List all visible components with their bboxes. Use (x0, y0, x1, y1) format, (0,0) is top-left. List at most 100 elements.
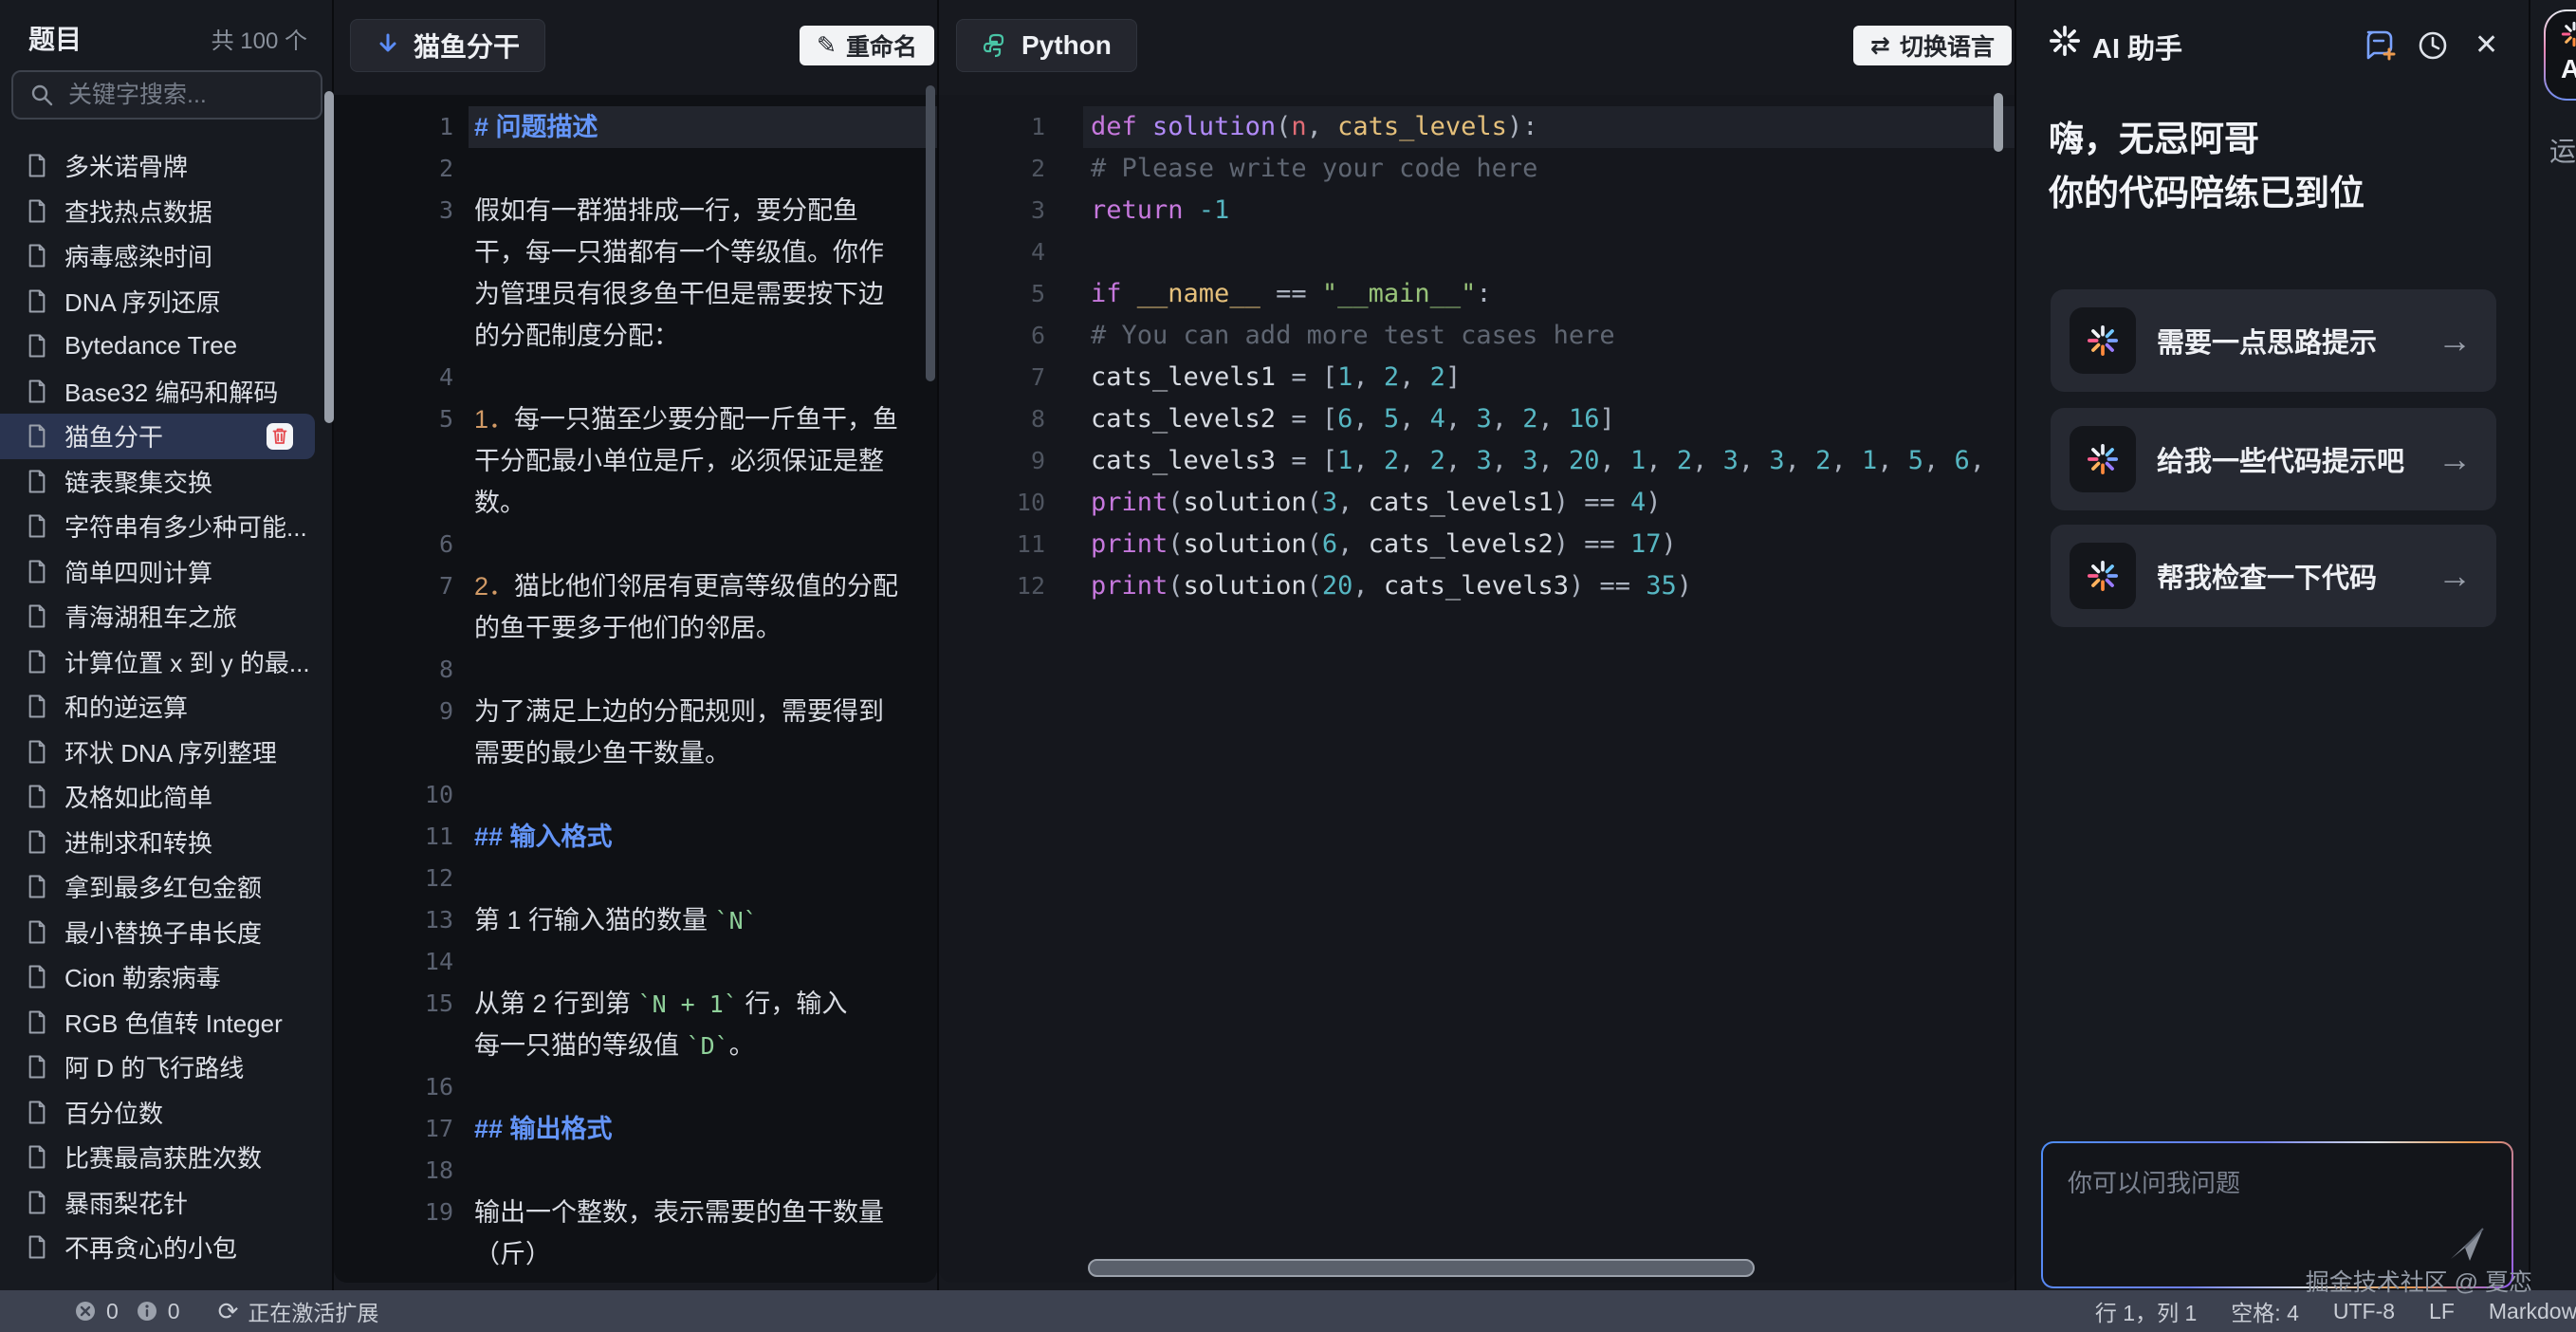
activating-extensions-label: 正在激活扩展 (248, 1295, 378, 1327)
ai-action-label: 给我一些代码提示吧 (2157, 439, 2438, 479)
code-lines: 1def solution(n, cats_levels):2 # Please… (939, 106, 2015, 607)
sidebar-item[interactable]: 计算位置 x 到 y 的最... (0, 639, 315, 685)
sidebar-item[interactable]: 查找热点数据 (0, 189, 315, 234)
code-horizontal-scrollbar[interactable] (1088, 1259, 1755, 1277)
switch-language-button[interactable]: ⇄ 切换语言 (1853, 26, 2012, 65)
sidebar-item[interactable]: Base32 编码和解码 (0, 369, 315, 415)
md-line: 14 (334, 941, 937, 983)
rename-button[interactable]: ✎ 重命名 (800, 26, 934, 65)
sidebar-item-label: RGB 色值转 Integer (64, 1005, 283, 1040)
sidebar-item[interactable]: 进制求和转换 (0, 820, 315, 865)
switch-language-label: 切换语言 (1900, 28, 1995, 63)
sidebar-item-label: 进制求和转换 (64, 824, 212, 860)
md-row: ## 输出格式 (474, 1108, 937, 1150)
file-title-button[interactable]: 猫鱼分干 (350, 19, 545, 72)
sparkle-icon (2561, 21, 2576, 52)
language-button[interactable]: Python (956, 19, 1137, 72)
sidebar-item[interactable]: 比赛最高获胜次数 (0, 1135, 315, 1180)
code-line-number: 7 (939, 357, 1045, 398)
warnings-icon (136, 1300, 158, 1323)
file-icon (27, 694, 47, 719)
ai-side-tab-label: A (2561, 54, 2576, 84)
sidebar-item[interactable]: 病毒感染时间 (0, 233, 315, 279)
sidebar-item[interactable]: 和的逆运算 (0, 684, 315, 730)
markdown-editor[interactable]: 1# 问题描述23假如有一群猫排成一行，要分配鱼干，每一只猫都有一个等级值。你作… (334, 95, 937, 1283)
sidebar-item[interactable]: 简单四则计算 (0, 549, 315, 595)
problem-description-panel: 猫鱼分干 ✎ 重命名 1# 问题描述23假如有一群猫排成一行，要分配鱼干，每一只… (334, 0, 937, 1311)
sidebar-item[interactable]: 阿 D 的飞行路线 (0, 1045, 315, 1090)
status-item[interactable]: 行 1，列 1 (2095, 1295, 2197, 1327)
md-line: 12 (334, 858, 937, 899)
code-editor[interactable]: 1def solution(n, cats_levels):2 # Please… (939, 95, 2015, 1283)
md-line-number: 17 (334, 1108, 453, 1150)
md-row: 需要的最少鱼干数量。 (474, 732, 937, 774)
sidebar-scrollbar[interactable] (324, 91, 334, 423)
status-item[interactable]: 空格: 4 (2231, 1295, 2299, 1327)
code-editor-panel: Python ⇄ 切换语言 1def solution(n, cats_leve… (937, 0, 2015, 1311)
status-item[interactable]: Markdown (2489, 1299, 2576, 1324)
md-line: 1# 问题描述 (334, 106, 937, 148)
file-icon (27, 919, 47, 945)
sidebar-item-label: 环状 DNA 序列整理 (64, 734, 277, 769)
sidebar-item[interactable]: 及格如此简单 (0, 774, 315, 820)
md-line-number: 7 (334, 565, 453, 649)
sidebar-item[interactable]: 青海湖租车之旅 (0, 594, 315, 639)
status-item[interactable]: LF (2429, 1299, 2455, 1324)
md-row (474, 941, 937, 983)
ai-panel-title: AI 助手 (2092, 27, 2182, 66)
clipped-run-icon[interactable]: 运 (2549, 131, 2576, 169)
md-line: 18 (334, 1150, 937, 1192)
sidebar-item[interactable]: 拿到最多红包金额 (0, 864, 315, 910)
search-input[interactable] (11, 70, 322, 120)
code-line-number: 1 (939, 106, 1045, 148)
sidebar-item-label: DNA 序列还原 (64, 284, 221, 319)
sparkle-icon (2070, 426, 2136, 492)
file-icon (27, 379, 47, 404)
sidebar-item-label: 拿到最多红包金额 (64, 869, 262, 904)
close-icon[interactable]: ✕ (2475, 28, 2498, 62)
sidebar-item[interactable]: 暴雨梨花针 (0, 1180, 315, 1226)
md-line-number: 5 (334, 398, 453, 524)
sidebar-item[interactable]: Cion 勒索病毒 (0, 954, 315, 1000)
sidebar-item[interactable]: 最小替换子串长度 (0, 910, 315, 955)
send-icon[interactable] (2447, 1225, 2487, 1267)
ai-action-card[interactable]: 需要一点思路提示→ (2051, 289, 2496, 392)
status-bar: 0 0 ⟳ 正在激活扩展 行 1，列 1 空格: 4 UTF-8 LF Markdown (0, 1290, 2576, 1332)
delete-problem-button[interactable] (266, 422, 294, 451)
markdown-scrollbar[interactable] (926, 85, 935, 381)
status-item[interactable]: UTF-8 (2333, 1299, 2395, 1324)
arrow-right-icon: → (2438, 556, 2472, 596)
ai-action-card[interactable]: 帮我检查一下代码→ (2051, 525, 2496, 627)
swap-icon: ⇄ (1870, 31, 1890, 60)
sidebar-item[interactable]: DNA 序列还原 (0, 279, 315, 324)
md-row (474, 1066, 937, 1108)
sidebar-item[interactable]: 不再贪心的小包 (0, 1225, 315, 1270)
new-chat-icon[interactable] (2361, 28, 2399, 67)
ai-side-tab[interactable]: A (2544, 9, 2576, 101)
code-line-number: 3 (939, 190, 1045, 231)
status-left-group[interactable]: 0 0 ⟳ 正在激活扩展 (0, 1295, 378, 1327)
sidebar-item[interactable]: 链表聚集交换 (0, 459, 315, 505)
file-icon (27, 153, 47, 178)
sidebar-item-label: Base32 编码和解码 (64, 374, 278, 409)
md-line-number: 15 (334, 983, 453, 1066)
md-line: 6 (334, 524, 937, 565)
sidebar-title: 题目 (28, 19, 82, 57)
sidebar-item[interactable]: Bytedance Tree (0, 324, 315, 369)
file-icon (27, 469, 47, 494)
sidebar-item[interactable]: 字符串有多少种可能... (0, 504, 315, 549)
sidebar-item[interactable]: RGB 色值转 Integer (0, 1000, 315, 1045)
sidebar-item[interactable]: 多米诺骨牌 (0, 143, 315, 189)
errors-icon (74, 1300, 97, 1323)
sidebar-item-active[interactable]: 猫鱼分干 (0, 414, 315, 459)
sidebar-item[interactable]: 环状 DNA 序列整理 (0, 730, 315, 775)
sidebar-item[interactable]: 百分位数 (0, 1090, 315, 1136)
ai-action-card[interactable]: 给我一些代码提示吧→ (2051, 408, 2496, 510)
md-line-number: 16 (334, 1066, 453, 1108)
history-icon[interactable] (2416, 28, 2450, 67)
code-line-number: 5 (939, 273, 1045, 315)
md-row: 2．猫比他们邻居有更高等级值的分配 (474, 565, 937, 607)
rename-label: 重命名 (846, 28, 917, 63)
md-line: 17 ## 输出格式 (334, 1108, 937, 1150)
code-vertical-scrollbar[interactable] (1994, 93, 2003, 152)
